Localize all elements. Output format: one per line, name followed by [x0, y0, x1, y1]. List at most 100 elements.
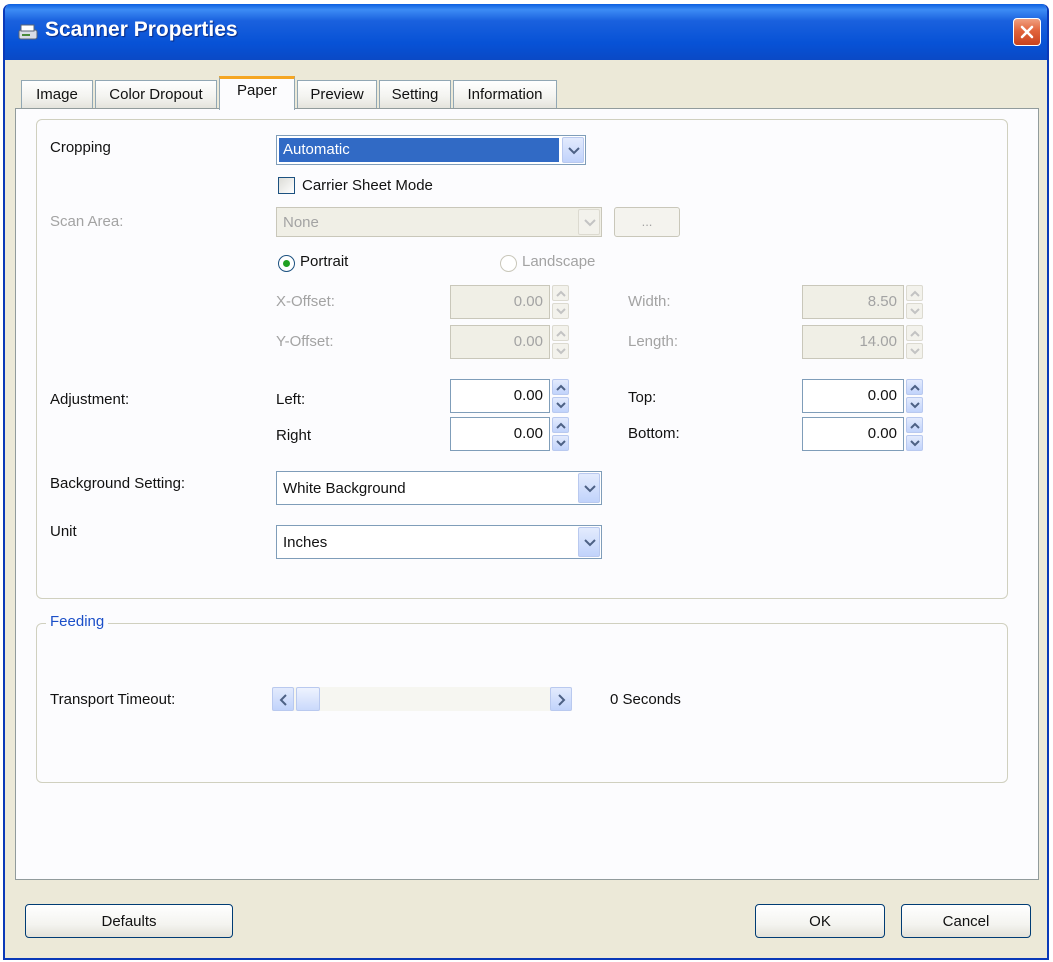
width-label: Width: — [628, 293, 671, 310]
tab-setting[interactable]: Setting — [379, 80, 451, 108]
x-offset-field[interactable]: 0.00 — [450, 285, 550, 319]
right-value: 0.00 — [513, 425, 543, 442]
left-down[interactable] — [552, 397, 569, 413]
unit-label: Unit — [50, 523, 77, 540]
x-offset-down[interactable] — [552, 303, 569, 319]
y-offset-value: 0.00 — [513, 333, 543, 350]
chevron-down-icon — [584, 539, 596, 547]
slider-left-button[interactable] — [272, 687, 294, 711]
scanner-icon — [18, 24, 38, 40]
x-offset-up[interactable] — [552, 285, 569, 301]
left-field[interactable]: 0.00 — [450, 379, 550, 413]
right-up[interactable] — [552, 417, 569, 433]
chevron-down-icon — [910, 348, 920, 355]
scan-area-value: None — [283, 214, 319, 231]
left-label: Left: — [276, 391, 306, 408]
width-down[interactable] — [906, 303, 923, 319]
cropping-dropdown-arrow[interactable] — [562, 137, 584, 163]
cancel-button[interactable]: Cancel — [901, 904, 1031, 938]
length-value: 14.00 — [859, 333, 897, 350]
tab-paper[interactable]: Paper — [219, 76, 295, 110]
top-up[interactable] — [906, 379, 923, 395]
right-spinner[interactable]: 0.00 — [450, 417, 570, 451]
length-field[interactable]: 14.00 — [802, 325, 904, 359]
portrait-radio[interactable] — [278, 255, 295, 272]
width-spinner[interactable]: 8.50 — [802, 285, 926, 319]
width-up[interactable] — [906, 285, 923, 301]
y-offset-spinner[interactable]: 0.00 — [450, 325, 570, 359]
left-up[interactable] — [552, 379, 569, 395]
right-label: Right — [276, 427, 312, 444]
left-spinner[interactable]: 0.00 — [450, 379, 570, 413]
chevron-down-icon — [910, 308, 920, 315]
defaults-button[interactable]: Defaults — [25, 904, 233, 938]
chevron-down-icon — [556, 440, 566, 447]
transport-timeout-label: Transport Timeout: — [50, 691, 176, 708]
bottom-label: Bottom: — [628, 425, 680, 442]
y-offset-up[interactable] — [552, 325, 569, 341]
cropping-dropdown[interactable]: Automatic — [276, 135, 586, 165]
scan-area-dropdown-arrow[interactable] — [578, 209, 600, 235]
background-dropdown-arrow[interactable] — [578, 473, 600, 503]
chevron-right-icon — [558, 694, 566, 706]
scan-area-browse-button[interactable]: ... — [614, 207, 680, 237]
chevron-up-icon — [910, 290, 920, 297]
width-field[interactable]: 8.50 — [802, 285, 904, 319]
right-field[interactable]: 0.00 — [450, 417, 550, 451]
bottom-value: 0.00 — [867, 425, 897, 442]
chevron-down-icon — [584, 219, 596, 227]
cropping-label: Cropping — [50, 139, 111, 156]
background-setting-dropdown[interactable]: White Background — [276, 471, 602, 505]
top-spinner[interactable]: 0.00 — [802, 379, 926, 413]
close-button[interactable] — [1013, 18, 1041, 46]
carrier-sheet-checkbox[interactable] — [278, 177, 295, 194]
top-field[interactable]: 0.00 — [802, 379, 904, 413]
landscape-radio[interactable] — [500, 255, 517, 272]
chevron-down-icon — [568, 147, 580, 155]
chevron-left-icon — [279, 694, 287, 706]
top-value: 0.00 — [867, 387, 897, 404]
slider-thumb[interactable] — [296, 687, 320, 711]
bottom-up[interactable] — [906, 417, 923, 433]
background-setting-label: Background Setting: — [50, 475, 186, 492]
carrier-sheet-label: Carrier Sheet Mode — [302, 177, 433, 194]
chevron-up-icon — [556, 330, 566, 337]
tab-color-dropout[interactable]: Color Dropout — [95, 80, 217, 108]
chevron-up-icon — [556, 422, 566, 429]
scan-area-dropdown[interactable]: None — [276, 207, 602, 237]
tab-preview[interactable]: Preview — [297, 80, 377, 108]
transport-timeout-slider[interactable] — [272, 687, 572, 711]
title-bar[interactable]: Scanner Properties — [5, 4, 1047, 60]
left-value: 0.00 — [513, 387, 543, 404]
length-down[interactable] — [906, 343, 923, 359]
feeding-legend: Feeding — [46, 613, 109, 630]
width-value: 8.50 — [867, 293, 897, 310]
bottom-field[interactable]: 0.00 — [802, 417, 904, 451]
ok-button[interactable]: OK — [755, 904, 885, 938]
radio-selected-dot — [283, 260, 290, 267]
length-spinner[interactable]: 14.00 — [802, 325, 926, 359]
right-down[interactable] — [552, 435, 569, 451]
portrait-label: Portrait — [300, 253, 349, 270]
chevron-up-icon — [910, 422, 920, 429]
slider-right-button[interactable] — [550, 687, 572, 711]
adjustment-label: Adjustment: — [50, 391, 130, 408]
x-offset-label: X-Offset: — [276, 293, 335, 310]
tab-image[interactable]: Image — [21, 80, 93, 108]
bottom-down[interactable] — [906, 435, 923, 451]
chevron-down-icon — [556, 308, 566, 315]
x-offset-spinner[interactable]: 0.00 — [450, 285, 570, 319]
cropping-value: Automatic — [279, 138, 559, 162]
bottom-spinner[interactable]: 0.00 — [802, 417, 926, 451]
chevron-down-icon — [556, 348, 566, 355]
y-offset-down[interactable] — [552, 343, 569, 359]
scanner-properties-window: Scanner Properties Image Color Dropout P… — [3, 4, 1049, 960]
y-offset-field[interactable]: 0.00 — [450, 325, 550, 359]
length-up[interactable] — [906, 325, 923, 341]
unit-dropdown-arrow[interactable] — [578, 527, 600, 557]
tab-information[interactable]: Information — [453, 80, 557, 108]
unit-dropdown[interactable]: Inches — [276, 525, 602, 559]
chevron-up-icon — [910, 384, 920, 391]
x-offset-value: 0.00 — [513, 293, 543, 310]
top-down[interactable] — [906, 397, 923, 413]
